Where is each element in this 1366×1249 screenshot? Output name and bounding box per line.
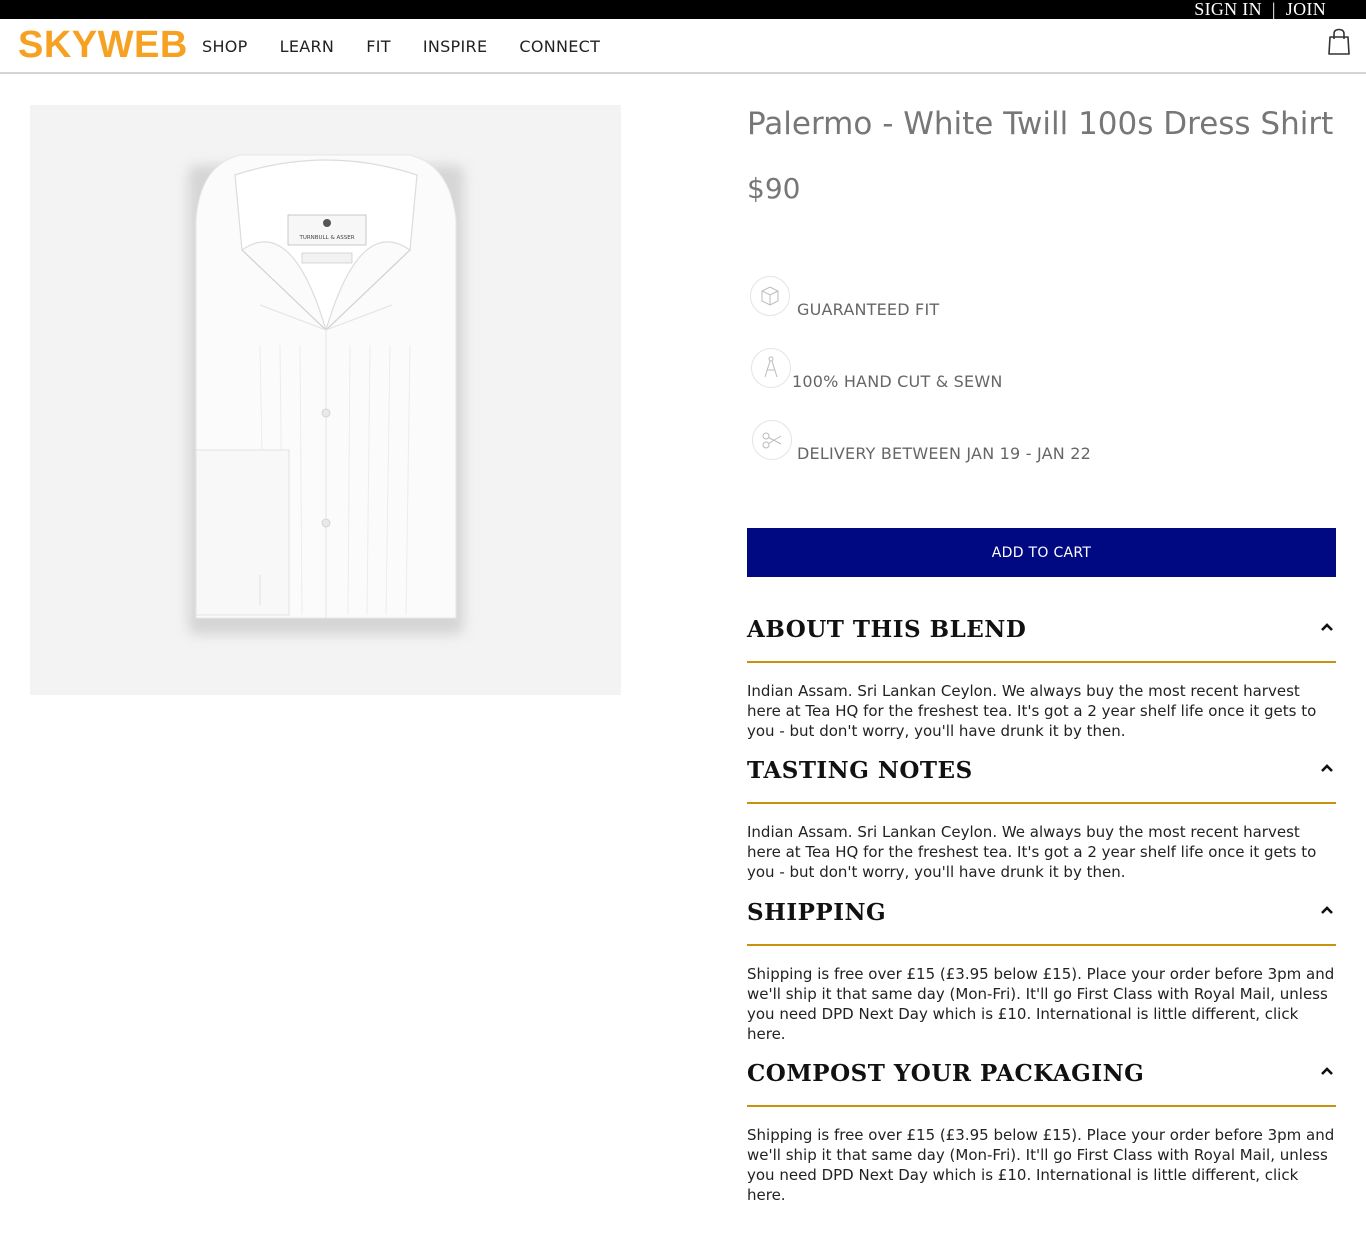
nav-item-learn[interactable]: LEARN: [280, 37, 335, 56]
section-compost-packaging: COMPOST YOUR PACKAGING Shipping is free …: [747, 1050, 1336, 1205]
feature-label: DELIVERY BETWEEN JAN 19 - JAN 22: [797, 444, 1091, 463]
section-about-this-blend: ABOUT THIS BLEND Indian Assam. Sri Lanka…: [747, 606, 1336, 741]
product-price: $90: [747, 172, 801, 205]
feature-hand-cut: 100% HAND CUT & SEWN: [747, 348, 1336, 392]
join-link[interactable]: JOIN: [1286, 0, 1326, 19]
section-shipping: SHIPPING Shipping is free over £15 (£3.9…: [747, 889, 1336, 1044]
add-to-cart-button[interactable]: ADD TO CART: [747, 528, 1336, 577]
nav-item-connect[interactable]: CONNECT: [519, 37, 600, 56]
sign-in-link[interactable]: SIGN IN: [1194, 0, 1262, 19]
nav-item-shop[interactable]: SHOP: [202, 37, 248, 56]
feature-guaranteed-fit: GUARANTEED FIT: [747, 276, 1336, 320]
section-body: Indian Assam. Sri Lankan Ceylon. We alwa…: [747, 823, 1317, 881]
feature-label: GUARANTEED FIT: [797, 300, 940, 319]
shopping-bag-icon[interactable]: [1326, 28, 1352, 56]
nav-item-inspire[interactable]: INSPIRE: [423, 37, 488, 56]
chevron-up-icon[interactable]: [1320, 1064, 1334, 1078]
site-header: SKYWEB SHOP LEARN FIT INSPIRE CONNECT: [0, 19, 1366, 74]
section-title: TASTING NOTES: [747, 757, 973, 784]
product-title: Palermo - White Twill 100s Dress Shirt: [747, 106, 1334, 142]
section-header[interactable]: COMPOST YOUR PACKAGING: [747, 1050, 1336, 1107]
box-icon: [750, 276, 790, 316]
section-body: Indian Assam. Sri Lankan Ceylon. We alwa…: [747, 682, 1317, 740]
section-body: Shipping is free over £15 (£3.95 below £…: [747, 965, 1335, 1043]
section-title: SHIPPING: [747, 899, 887, 926]
chevron-up-icon[interactable]: [1320, 620, 1334, 634]
site-logo[interactable]: SKYWEB: [18, 25, 188, 65]
compass-icon: [751, 348, 791, 388]
section-title: COMPOST YOUR PACKAGING: [747, 1060, 1145, 1087]
product-image: TURNBULL & ASSER: [30, 105, 621, 695]
auth-links: SIGN IN | JOIN: [1194, 0, 1326, 19]
chevron-up-icon[interactable]: [1320, 761, 1334, 775]
product-details: Palermo - White Twill 100s Dress Shirt $…: [747, 105, 1336, 1204]
section-body: Shipping is free over £15 (£3.95 below £…: [747, 1126, 1335, 1204]
section-title: ABOUT THIS BLEND: [747, 616, 1027, 643]
main-nav: SHOP LEARN FIT INSPIRE CONNECT: [202, 19, 632, 74]
nav-item-fit[interactable]: FIT: [366, 37, 391, 56]
section-tasting-notes: TASTING NOTES Indian Assam. Sri Lankan C…: [747, 747, 1336, 882]
section-header[interactable]: TASTING NOTES: [747, 747, 1336, 804]
section-header[interactable]: SHIPPING: [747, 889, 1336, 946]
feature-delivery: DELIVERY BETWEEN JAN 19 - JAN 22: [747, 420, 1336, 464]
feature-label: 100% HAND CUT & SEWN: [792, 372, 1003, 391]
top-bar: SIGN IN | JOIN: [0, 0, 1366, 19]
auth-separator: |: [1271, 0, 1276, 19]
chevron-up-icon[interactable]: [1320, 903, 1334, 917]
label-brand-text: TURNBULL & ASSER: [298, 235, 354, 241]
scissors-icon: [752, 420, 792, 460]
section-header[interactable]: ABOUT THIS BLEND: [747, 606, 1336, 663]
